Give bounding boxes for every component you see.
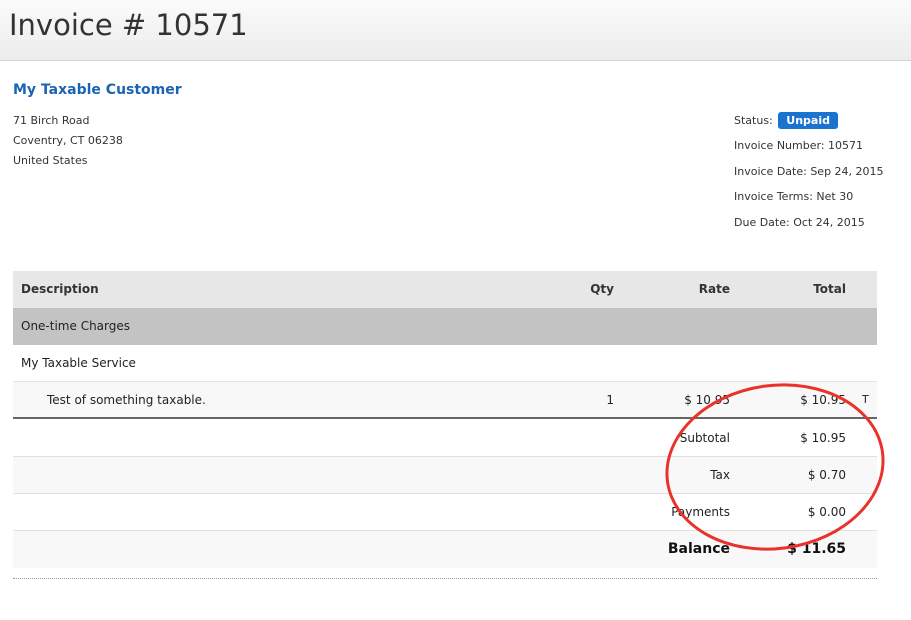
taxable-flag: T — [862, 393, 869, 406]
group-label: One-time Charges — [21, 319, 131, 333]
item-qty: 1 — [606, 393, 614, 407]
column-header-description: Description — [21, 282, 99, 296]
column-header-qty: Qty — [590, 282, 614, 296]
column-header-rate: Rate — [698, 282, 730, 296]
status-label: Status: — [734, 114, 773, 127]
bottom-divider — [13, 578, 877, 579]
address-line2: Coventry, CT 06238 — [13, 134, 123, 147]
status-badge: Unpaid — [778, 112, 838, 129]
balance-label: Balance — [667, 541, 730, 557]
item-description: Test of something taxable. — [47, 393, 206, 407]
page-title: Invoice # 10571 — [9, 8, 248, 42]
status-row: Status: Unpaid — [734, 112, 838, 129]
service-name: My Taxable Service — [21, 356, 136, 370]
invoice-date: Invoice Date: Sep 24, 2015 — [734, 165, 884, 178]
column-header-total: Total — [813, 282, 846, 296]
invoice-number: Invoice Number: 10571 — [734, 139, 864, 152]
address-line1: 71 Birch Road — [13, 114, 90, 127]
address-country: United States — [13, 154, 88, 167]
invoice-terms: Invoice Terms: Net 30 — [734, 190, 854, 203]
due-date: Due Date: Oct 24, 2015 — [734, 216, 865, 229]
table-header-row: Description Qty Rate Total — [13, 271, 877, 308]
customer-name-link[interactable]: My Taxable Customer — [13, 82, 182, 98]
service-row: My Taxable Service — [13, 345, 877, 382]
page-header: Invoice # 10571 — [0, 0, 911, 61]
group-row: One-time Charges — [13, 308, 877, 345]
